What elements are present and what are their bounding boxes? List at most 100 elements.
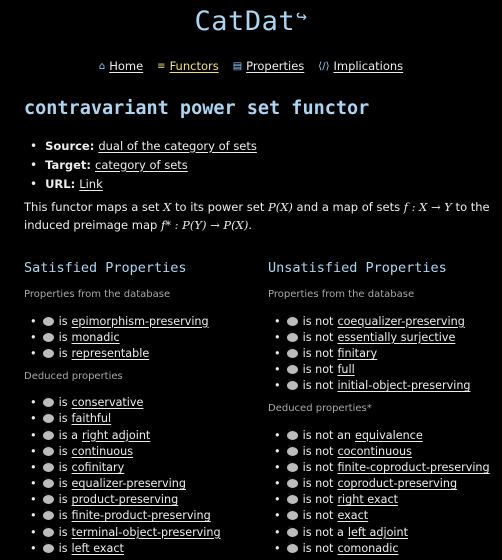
property-prefix: is a [58, 428, 78, 442]
property-link[interactable]: comonadic [337, 542, 398, 555]
unsatisfied-db-list: is notcoequalizer-preservingis notessent… [268, 312, 502, 394]
comment-icon[interactable] [286, 506, 298, 521]
logo-text[interactable]: CatDat [195, 6, 296, 37]
property-prefix: is not [302, 314, 334, 328]
property-link[interactable]: finitary [337, 347, 377, 360]
desc-text-1: This functor maps a set [24, 200, 164, 214]
comment-icon[interactable] [286, 360, 298, 375]
url-link[interactable]: Link [79, 177, 103, 191]
site-logo[interactable]: CatDat↪ [0, 6, 502, 37]
property-link[interactable]: monadic [72, 331, 120, 344]
property-link[interactable]: finite-product-preserving [72, 509, 211, 522]
property-prefix: is not [302, 444, 334, 458]
property-link[interactable]: epimorphism-preserving [72, 315, 209, 328]
comment-icon[interactable] [286, 312, 298, 326]
property-link[interactable]: essentially surjective [337, 331, 455, 344]
comment-icon[interactable] [286, 376, 298, 391]
property-item: is notcomonadic [268, 539, 502, 556]
nav-properties-label[interactable]: Properties [246, 59, 304, 73]
comment-icon[interactable] [286, 344, 298, 358]
property-item: is faithful [24, 409, 264, 427]
property-link[interactable]: exact [337, 509, 368, 522]
property-item: is left exact [24, 539, 264, 556]
comment-icon[interactable] [286, 523, 298, 537]
unsatisfied-heading: Unsatisfied Properties [268, 260, 447, 276]
logo-arrow-icon: ↪ [296, 6, 308, 27]
comment-icon[interactable] [42, 426, 54, 440]
source-label: Source: [45, 138, 95, 153]
target-link[interactable]: category of sets [95, 158, 188, 172]
comment-icon[interactable] [42, 409, 54, 424]
nav-functors-label[interactable]: Functors [170, 59, 219, 73]
comment-icon[interactable] [42, 506, 54, 521]
property-item: is epimorphism-preserving [24, 312, 264, 329]
property-link[interactable]: terminal-object-preserving [72, 526, 221, 539]
nav-home[interactable]: ⌂ Home [99, 59, 143, 73]
property-prefix: is not a [302, 525, 344, 539]
target-label: Target: [45, 157, 91, 172]
nav-home-label[interactable]: Home [109, 59, 143, 73]
comment-icon[interactable] [286, 458, 298, 472]
property-item: is not an equivalence [268, 426, 502, 443]
comment-icon[interactable] [42, 312, 54, 326]
comment-icon[interactable] [42, 328, 54, 342]
unsatisfied-properties: Unsatisfied Properties Properties from t… [268, 260, 502, 556]
comment-icon[interactable] [42, 490, 54, 505]
comment-icon[interactable] [42, 523, 54, 537]
property-link[interactable]: conservative [72, 396, 144, 409]
comment-icon[interactable] [42, 458, 54, 472]
property-link[interactable]: right exact [337, 493, 398, 506]
property-prefix: is not [302, 477, 334, 491]
property-link[interactable]: left exact [72, 542, 124, 555]
functor-meta: Source: dual of the category of sets Tar… [24, 136, 257, 193]
comment-icon[interactable] [42, 442, 54, 456]
property-link[interactable]: left adjoint [348, 526, 408, 539]
property-prefix: is [58, 444, 68, 458]
property-item: is not a left adjoint [268, 523, 502, 540]
comment-icon[interactable] [286, 328, 298, 342]
comment-icon[interactable] [42, 539, 54, 553]
property-link[interactable]: cofinitary [72, 461, 125, 474]
property-prefix: is not [302, 460, 334, 474]
comment-icon[interactable] [286, 474, 298, 489]
comment-icon[interactable] [286, 426, 298, 440]
nav-implications[interactable]: ⟨/⟩ Implications [318, 59, 403, 73]
comment-icon[interactable] [42, 344, 54, 358]
property-link[interactable]: right adjoint [82, 429, 150, 442]
property-item: is notright exact [268, 490, 502, 508]
nav-implications-label[interactable]: Implications [333, 59, 403, 73]
property-link[interactable]: full [337, 363, 354, 376]
nav-functors[interactable]: ≡ Functors [157, 59, 219, 73]
property-link[interactable]: equivalence [355, 429, 423, 442]
unsatisfied-deduced-label: Deduced properties* [268, 402, 372, 414]
property-link[interactable]: equalizer-preserving [72, 477, 186, 490]
property-link[interactable]: faithful [72, 412, 112, 425]
property-link[interactable]: coequalizer-preserving [337, 315, 464, 328]
unsatisfied-deduced-list: is not anequivalenceis notcocontinuousis… [268, 426, 502, 557]
property-prefix: is [58, 477, 68, 491]
satisfied-deduced-label: Deduced properties [24, 370, 123, 382]
property-item: is notcoproduct-preserving [268, 474, 502, 492]
property-item: is conservative [24, 393, 264, 411]
nav-properties[interactable]: ▤ Properties [233, 59, 305, 73]
comment-icon[interactable] [42, 393, 54, 408]
math-f: f : X → Y [403, 200, 452, 214]
property-link[interactable]: representable [72, 347, 150, 360]
comment-icon[interactable] [42, 474, 54, 489]
property-prefix: is not [302, 363, 334, 377]
comment-icon[interactable] [286, 442, 298, 456]
property-link[interactable]: coproduct-preserving [337, 477, 457, 490]
source-link[interactable]: dual of the category of sets [98, 139, 257, 153]
meta-url: URL: Link [24, 174, 257, 193]
property-prefix: is [58, 460, 68, 474]
property-link[interactable]: finite-coproduct-preserving [337, 461, 489, 474]
property-prefix: is [58, 493, 68, 507]
comment-icon[interactable] [286, 539, 298, 553]
property-link[interactable]: continuous [72, 445, 134, 458]
url-label: URL: [45, 176, 76, 191]
property-link[interactable]: product-preserving [72, 493, 179, 506]
property-link[interactable]: initial-object-preserving [337, 379, 470, 392]
property-link[interactable]: cocontinuous [337, 445, 412, 458]
comment-icon[interactable] [286, 490, 298, 505]
property-item: is a right adjoint [24, 426, 264, 443]
